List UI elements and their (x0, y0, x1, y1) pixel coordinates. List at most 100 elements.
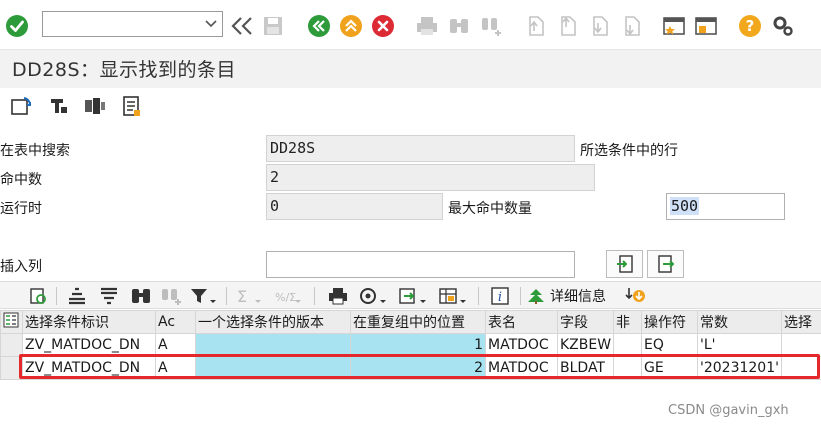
application-toolbar (0, 88, 821, 124)
last-page-icon (618, 13, 644, 39)
command-dropdown-icon[interactable] (204, 15, 218, 37)
document-list-icon[interactable] (118, 93, 144, 119)
settings-icon[interactable] (770, 13, 796, 39)
table-cell[interactable]: ZV_MATDOC_DN (22, 333, 156, 357)
separator (226, 287, 227, 305)
separator (520, 287, 521, 305)
back-arrows-icon[interactable] (229, 13, 255, 39)
cancel-icon[interactable] (370, 13, 396, 39)
next-page-icon (586, 13, 612, 39)
filter-icon[interactable] (188, 284, 218, 308)
max-hits-value: 500 (670, 197, 700, 215)
column-header[interactable]: 常数 (697, 310, 782, 334)
system-toolbar: ? (0, 0, 821, 50)
shortcut-icon[interactable] (693, 13, 719, 39)
sort-ascending-icon[interactable] (64, 284, 90, 308)
svg-text:Σ: Σ (237, 287, 247, 305)
refresh-icon[interactable] (8, 93, 34, 119)
command-input[interactable] (43, 12, 193, 36)
subtotal-icon: %/Σ (272, 284, 304, 308)
object-icon[interactable] (82, 93, 108, 119)
technical-settings-icon[interactable] (46, 93, 72, 119)
table-cell[interactable]: MATDOC (485, 333, 558, 357)
table-cell[interactable]: GE (641, 356, 698, 380)
table-cell[interactable]: KZBEW (557, 333, 614, 357)
column-header[interactable]: 选择 (781, 310, 821, 334)
column-header[interactable]: 表名 (485, 310, 558, 334)
remove-column-button[interactable] (647, 250, 684, 278)
table-cell[interactable] (195, 333, 351, 357)
row-selector[interactable] (0, 333, 23, 357)
select-all-icon (3, 312, 19, 328)
column-header[interactable]: 非 (613, 310, 642, 334)
column-header[interactable]: 选择条件标识 (22, 310, 156, 334)
insert-column-input[interactable] (266, 251, 575, 278)
runtime-field: 0 (266, 193, 443, 220)
previous-page-icon (554, 13, 580, 39)
enter-icon[interactable] (4, 13, 30, 39)
detail-button-label: 详细信息 (550, 289, 606, 305)
layout-icon[interactable] (436, 284, 470, 308)
total-icon: Σ (234, 284, 264, 308)
grid-toolbar: Σ %/Σ i 详细信息 (0, 281, 821, 309)
max-hits-input[interactable]: 500 (666, 193, 785, 220)
column-header[interactable]: 操作符 (641, 310, 698, 334)
back-icon[interactable] (306, 13, 332, 39)
watermark: CSDN @gavin_gxh (668, 403, 789, 418)
title-bar: DD28S：显示找到的条目 (0, 50, 821, 88)
separator (314, 287, 315, 305)
column-header[interactable]: 在重复组中的位置 (350, 310, 486, 334)
grid-print-icon[interactable] (324, 284, 352, 308)
views-icon[interactable] (356, 284, 390, 308)
table-row[interactable]: ZV_MATDOC_DN A 2 MATDOC BLDAT GE '202312… (0, 356, 821, 380)
grid-details-icon[interactable] (26, 284, 50, 308)
table-cell[interactable] (781, 356, 821, 380)
export-icon[interactable] (396, 284, 430, 308)
table-cell[interactable]: 'L' (697, 333, 782, 357)
save-icon (260, 13, 286, 39)
first-page-icon (522, 13, 548, 39)
separator (478, 287, 479, 305)
help-icon[interactable]: ? (737, 13, 763, 39)
table-cell[interactable]: '20231201' (697, 356, 782, 380)
table-cell[interactable]: 1 (350, 333, 486, 357)
table-header-row: 选择条件标识 Ac 一个选择条件的版本 在重复组中的位置 表名 字段 非 操作符… (0, 310, 821, 334)
row-selector[interactable] (0, 356, 23, 380)
table-cell[interactable]: MATDOC (485, 356, 558, 380)
table-cell[interactable] (195, 356, 351, 380)
new-session-icon[interactable] (661, 13, 687, 39)
column-header[interactable]: 一个选择条件的版本 (195, 310, 351, 334)
command-field[interactable] (42, 11, 223, 37)
exit-icon[interactable] (338, 13, 364, 39)
column-header[interactable]: 字段 (557, 310, 614, 334)
grid-find-icon[interactable] (128, 284, 154, 308)
table-cell[interactable]: BLDAT (557, 356, 614, 380)
info-icon[interactable]: i (486, 284, 514, 308)
hits-field: 2 (266, 164, 595, 191)
column-header[interactable]: Ac (155, 310, 196, 334)
page-title: DD28S：显示找到的条目 (12, 59, 236, 81)
select-all-cell[interactable] (0, 310, 23, 334)
sort-descending-icon[interactable] (96, 284, 122, 308)
table-row[interactable]: ZV_MATDOC_DN A 1 MATDOC KZBEW EQ 'L' (0, 333, 821, 357)
svg-text:%/Σ: %/Σ (275, 291, 296, 304)
svg-text:i: i (498, 290, 502, 305)
find-next-icon (478, 13, 504, 39)
table-cell[interactable]: ZV_MATDOC_DN (22, 356, 156, 380)
table-cell[interactable]: A (155, 356, 196, 380)
table-cell[interactable] (613, 356, 642, 380)
table-cell[interactable] (613, 333, 642, 357)
table-cell[interactable] (781, 333, 821, 357)
separator (56, 287, 57, 305)
detail-button[interactable]: 详细信息 (527, 284, 606, 308)
table-cell[interactable]: EQ (641, 333, 698, 357)
table-cell[interactable]: 2 (350, 356, 486, 380)
grid-find-next-icon (158, 284, 184, 308)
results-table: 选择条件标识 Ac 一个选择条件的版本 在重复组中的位置 表名 字段 非 操作符… (0, 310, 821, 380)
table-cell[interactable]: A (155, 333, 196, 357)
insert-column-button[interactable] (606, 250, 643, 278)
search-in-table-field: DD28S (266, 135, 575, 162)
hits-label: 命中数 (0, 172, 42, 188)
detail-tree-icon (528, 289, 544, 304)
download-icon[interactable] (622, 284, 648, 308)
